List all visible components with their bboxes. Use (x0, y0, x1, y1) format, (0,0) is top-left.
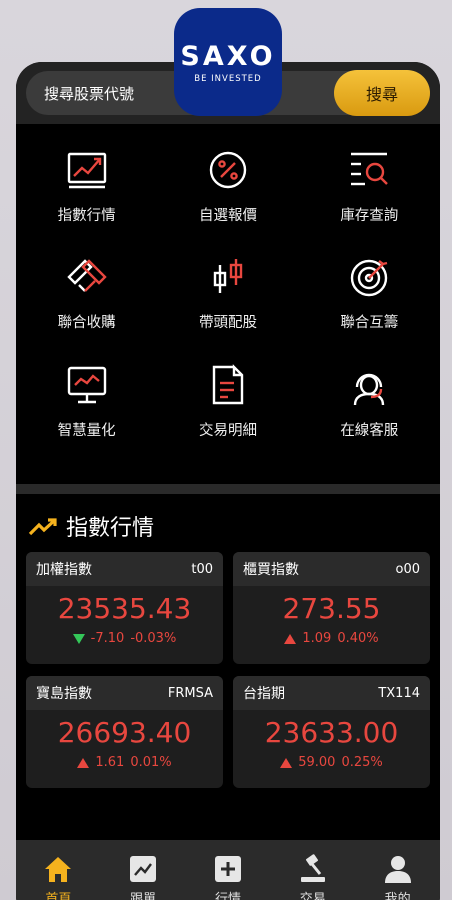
menu-label: 聯合互籌 (340, 315, 399, 332)
index-price: 273.55 (282, 592, 381, 625)
menu-item-online-support[interactable]: 在線客服 (299, 363, 440, 470)
menu-item-index-quotes[interactable]: 指數行情 (16, 148, 157, 255)
change-percent: -0.03% (130, 631, 177, 646)
change-percent: 0.01% (130, 755, 172, 770)
nav-label: 跟單 (130, 892, 157, 900)
index-name: 台指期 (243, 686, 285, 702)
market-plus-icon (214, 856, 241, 882)
menu-item-watchlist[interactable]: 自選報價 (157, 148, 298, 255)
document-icon (212, 363, 244, 404)
menu-item-inventory[interactable]: 庫存查詢 (299, 148, 440, 255)
index-section-header: 指數行情 (28, 510, 154, 542)
index-change: -7.10 -0.03% (72, 631, 177, 646)
nav-home[interactable]: 首頁 (43, 854, 73, 900)
card-body: 23633.00 59.00 0.25% (233, 710, 430, 770)
menu-item-joint-funding[interactable]: 聯合互籌 (299, 255, 440, 362)
index-price: 23535.43 (57, 592, 192, 625)
menu-label: 交易明細 (198, 422, 257, 439)
index-name: 加權指數 (36, 562, 92, 578)
change-percent: 0.40% (337, 631, 379, 646)
index-name: 寶島指數 (36, 686, 92, 702)
menu-label: 指數行情 (57, 208, 116, 224)
card-header: 櫃買指數 o00 (233, 552, 430, 586)
card-header: 加權指數 t00 (26, 552, 223, 586)
search-button[interactable]: 搜尋 (334, 70, 430, 116)
menu-item-trade-details[interactable]: 交易明細 (157, 363, 298, 470)
change-value: 1.61 (95, 755, 125, 770)
menu-label: 帶頭配股 (198, 315, 257, 332)
headset-icon (354, 373, 385, 405)
index-name: 櫃買指數 (243, 562, 299, 578)
bottom-navigation: 首頁 跟單 行情 交易 我的 (16, 840, 440, 900)
section-divider (16, 484, 440, 494)
index-cards: 加權指數 t00 23535.43 -7.10 -0.03% 櫃買指數 o00 … (26, 552, 430, 788)
up-arrow-icon (77, 757, 90, 768)
handshake-icon (66, 259, 107, 293)
logo-brand: SAXO (180, 40, 276, 72)
index-code: o00 (395, 561, 421, 577)
card-header: 台指期 TX114 (233, 676, 430, 710)
menu-label: 聯合收購 (57, 315, 116, 332)
feature-menu: 指數行情 自選報價 庫存查詢 聯合收購 帶頭配股 聯合互籌 智慧量化 交易明細 … (16, 124, 440, 484)
line-chart-icon (67, 152, 106, 189)
index-price: 23633.00 (264, 716, 399, 749)
nav-label: 交易 (299, 892, 326, 900)
app-screen: 搜尋股票代號 搜尋 指數行情 自選報價 庫存查詢 聯合收購 帶頭配股 聯合互籌 … (16, 62, 440, 900)
percent-circle-icon (209, 151, 247, 189)
index-code: FRMSA (167, 685, 213, 701)
nav-trade[interactable]: 交易 (298, 854, 328, 900)
up-arrow-icon (280, 757, 293, 768)
index-card[interactable]: 櫃買指數 o00 273.55 1.09 0.40% (233, 552, 430, 664)
index-change: 1.61 0.01% (77, 755, 172, 770)
menu-item-joint-acquisition[interactable]: 聯合收購 (16, 255, 157, 362)
candlestick-icon (213, 259, 243, 294)
up-arrow-icon (284, 633, 297, 644)
user-icon (384, 856, 411, 883)
index-code: TX114 (378, 685, 420, 701)
card-header: 寶島指數 FRMSA (26, 676, 223, 710)
nav-market[interactable]: 行情 (213, 854, 243, 900)
index-change: 1.09 0.40% (284, 631, 379, 646)
change-percent: 0.25% (341, 755, 383, 770)
card-body: 26693.40 1.61 0.01% (26, 710, 223, 770)
follow-chart-icon (130, 856, 157, 882)
logo-tagline: BE INVESTED (194, 73, 262, 84)
menu-label: 在線客服 (340, 422, 399, 439)
nav-label: 行情 (214, 892, 241, 900)
home-icon (45, 857, 72, 882)
index-card[interactable]: 寶島指數 FRMSA 26693.40 1.61 0.01% (26, 676, 223, 788)
menu-item-smart-quant[interactable]: 智慧量化 (16, 363, 157, 470)
nav-label: 我的 (384, 892, 411, 900)
change-value: 1.09 (302, 631, 332, 646)
nav-profile[interactable]: 我的 (383, 854, 413, 900)
card-body: 273.55 1.09 0.40% (233, 586, 430, 646)
monitor-chart-icon (67, 366, 106, 403)
index-card[interactable]: 台指期 TX114 23633.00 59.00 0.25% (233, 676, 430, 788)
menu-item-lead-allotment[interactable]: 帶頭配股 (157, 255, 298, 362)
target-icon (351, 260, 388, 297)
index-card[interactable]: 加權指數 t00 23535.43 -7.10 -0.03% (26, 552, 223, 664)
menu-label: 自選報價 (198, 208, 257, 224)
card-body: 23535.43 -7.10 -0.03% (26, 586, 223, 646)
nav-label: 首頁 (45, 892, 72, 900)
menu-label: 智慧量化 (57, 422, 116, 439)
section-title: 指數行情 (66, 516, 155, 541)
change-value: -7.10 (90, 631, 125, 646)
gavel-icon (300, 854, 325, 882)
trend-up-icon (28, 518, 57, 536)
down-arrow-icon (72, 633, 85, 644)
index-code: t00 (191, 561, 213, 577)
index-change: 59.00 0.25% (280, 755, 383, 770)
saxo-logo: SAXO BE INVESTED (174, 8, 282, 116)
list-search-icon (351, 152, 389, 186)
nav-follow[interactable]: 跟單 (128, 854, 158, 900)
menu-label: 庫存查詢 (340, 208, 399, 224)
index-price: 26693.40 (57, 716, 192, 749)
change-value: 59.00 (298, 755, 336, 770)
